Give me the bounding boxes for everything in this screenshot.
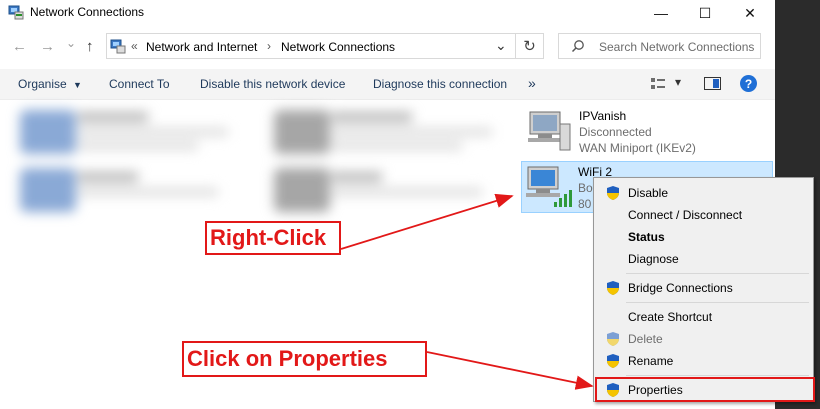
properties-arrow [426,351,594,390]
right-click-arrow [340,193,514,250]
annotation-arrows [340,193,594,390]
